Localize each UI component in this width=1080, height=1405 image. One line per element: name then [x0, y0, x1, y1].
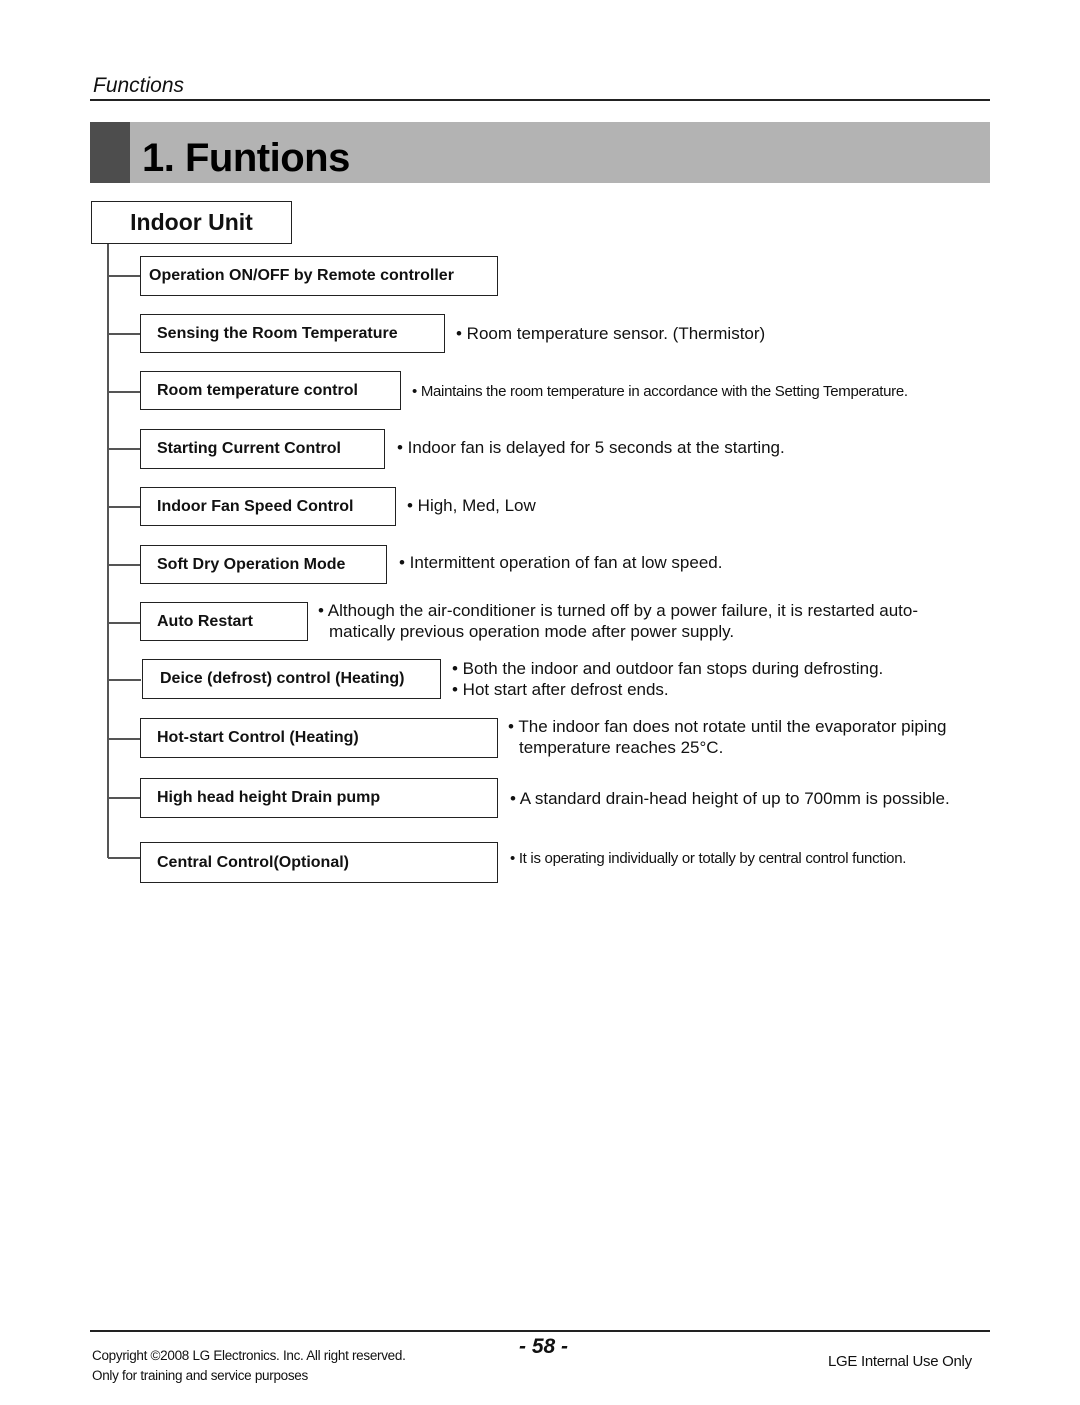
- page-title: 1. Funtions: [142, 136, 350, 180]
- desc-line: • Hot start after defrost ends.: [452, 680, 669, 699]
- function-desc-room-temp-control: • Maintains the room temperature in acco…: [412, 381, 908, 402]
- tree-branch: [108, 333, 141, 335]
- function-desc-soft-dry: • Intermittent operation of fan at low s…: [399, 552, 722, 573]
- function-box-drain-pump: High head height Drain pump: [140, 778, 498, 818]
- desc-line: • High, Med, Low: [407, 496, 536, 515]
- tree-branch: [108, 391, 141, 393]
- footer-internal-use: LGE Internal Use Only: [828, 1353, 972, 1370]
- function-box-deice: Deice (defrost) control (Heating): [142, 659, 441, 699]
- function-box-central-control: Central Control(Optional): [140, 842, 498, 883]
- footer-copyright-block: Copyright ©2008 LG Electronics. Inc. All…: [92, 1346, 406, 1386]
- page-number: - 58 -: [519, 1335, 569, 1358]
- function-desc-fan-speed: • High, Med, Low: [407, 495, 536, 516]
- desc-line: • Although the air-conditioner is turned…: [318, 601, 919, 620]
- function-box-soft-dry: Soft Dry Operation Mode: [140, 545, 387, 584]
- tree-branch: [108, 506, 141, 508]
- function-box-starting-current: Starting Current Control: [140, 429, 385, 469]
- function-box-room-temp-control: Room temperature control: [140, 371, 401, 410]
- desc-line: • The indoor fan does not rotate until t…: [508, 717, 947, 736]
- function-box-operation-onoff: Operation ON/OFF by Remote controller: [140, 256, 498, 296]
- desc-line: • Intermittent operation of fan at low s…: [399, 553, 723, 572]
- desc-line: • Room temperature sensor. (Thermistor): [456, 324, 766, 343]
- desc-line: • A standard drain-head height of up to …: [510, 789, 950, 808]
- footer-copyright: Copyright ©2008 LG Electronics. Inc. All…: [92, 1348, 406, 1363]
- desc-line: • It is operating individually or totall…: [510, 850, 907, 867]
- tree-branch: [108, 564, 141, 566]
- tree-branch: [108, 679, 141, 681]
- function-desc-drain-pump: • A standard drain-head height of up to …: [510, 788, 950, 809]
- function-box-fan-speed: Indoor Fan Speed Control: [140, 487, 396, 526]
- indoor-unit-box: Indoor Unit: [91, 201, 292, 244]
- desc-line: • Indoor fan is delayed for 5 seconds at…: [397, 438, 785, 457]
- tree-branch: [108, 622, 141, 624]
- function-desc-deice: • Both the indoor and outdoor fan stops …: [452, 658, 883, 700]
- section-label: Functions: [93, 74, 185, 97]
- function-box-auto-restart: Auto Restart: [140, 602, 308, 641]
- desc-line: • Maintains the room temperature in acco…: [412, 383, 908, 400]
- tree-branch: [108, 738, 141, 740]
- tree-branch: [108, 857, 141, 859]
- function-box-hot-start: Hot-start Control (Heating): [140, 718, 498, 758]
- tree-branch: [108, 275, 141, 277]
- function-desc-starting-current: • Indoor fan is delayed for 5 seconds at…: [397, 437, 785, 458]
- footer-purpose: Only for training and service purposes: [92, 1368, 308, 1383]
- function-desc-hot-start: • The indoor fan does not rotate until t…: [508, 716, 947, 758]
- tree-branch: [108, 797, 141, 799]
- function-desc-sensing: • Room temperature sensor. (Thermistor): [456, 323, 765, 344]
- tree-trunk-line: [107, 244, 109, 858]
- function-box-sensing-room-temp: Sensing the Room Temperature: [140, 314, 445, 353]
- desc-line: temperature reaches 25°C.: [519, 738, 724, 757]
- function-desc-auto-restart: • Although the air-conditioner is turned…: [318, 600, 918, 642]
- title-accent-block: [90, 122, 130, 183]
- desc-line: matically previous operation mode after …: [329, 622, 735, 641]
- bottom-divider: [90, 1330, 990, 1332]
- function-desc-central-control: • It is operating individually or totall…: [510, 848, 906, 869]
- top-divider: [90, 99, 990, 101]
- tree-branch: [108, 448, 141, 450]
- desc-line: • Both the indoor and outdoor fan stops …: [452, 659, 884, 678]
